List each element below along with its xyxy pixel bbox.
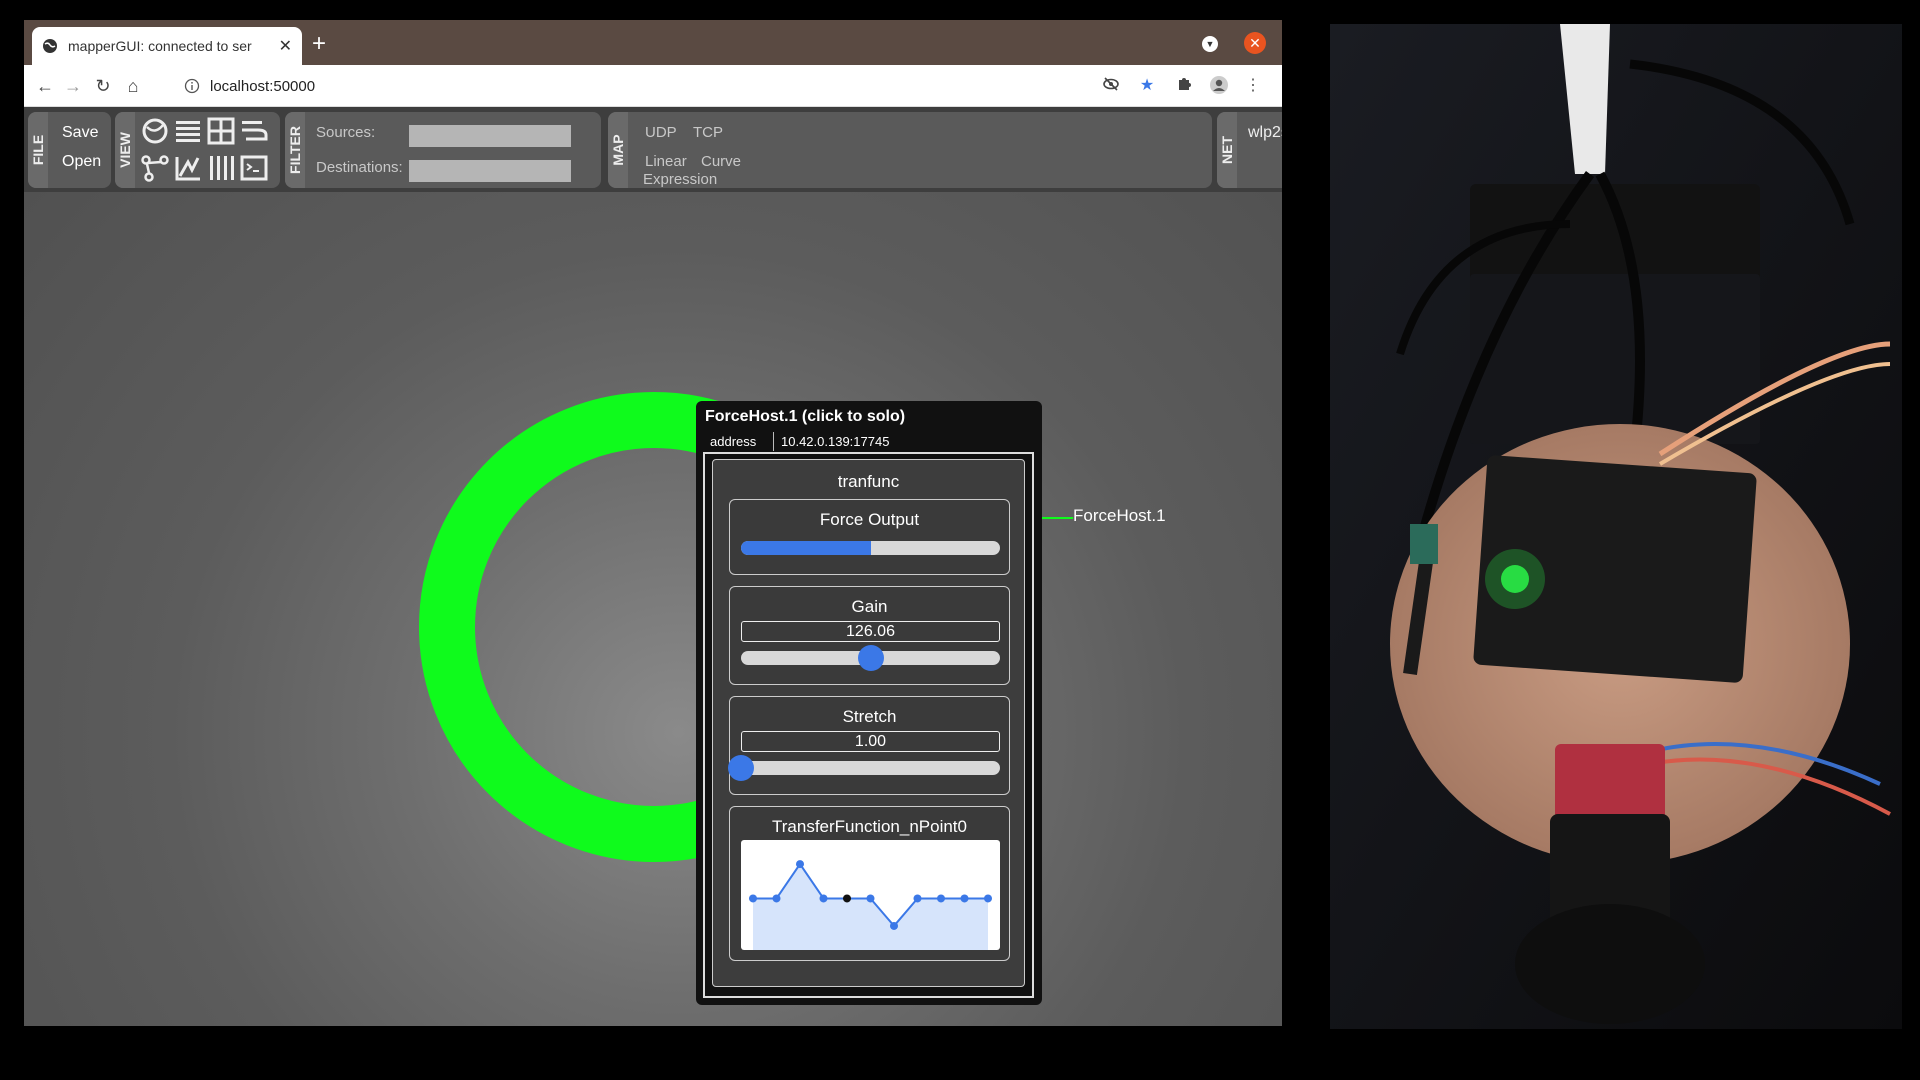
stretch-slider-handle[interactable] <box>728 755 754 781</box>
green-connector <box>1410 524 1438 564</box>
linear-button[interactable]: Linear <box>645 153 687 170</box>
console-view-icon[interactable] <box>240 154 268 182</box>
module-title: tranfunc <box>837 472 900 491</box>
url-field[interactable]: localhost:50000 <box>174 70 1104 102</box>
curve-button[interactable]: Curve <box>701 153 741 170</box>
address-row: address 10.42.0.139:17745 <box>705 432 1035 451</box>
address-bar: ← → ↻ ⌂ localhost:50000 ★ ⋮ <box>24 65 1282 107</box>
list-view-icon[interactable] <box>174 117 202 145</box>
arrow-left-icon[interactable]: ← <box>32 73 58 99</box>
stretch-label: Stretch <box>842 707 897 726</box>
transfer-function-point[interactable] <box>843 894 851 903</box>
info-icon <box>184 78 200 94</box>
net-panel-label: NET <box>1217 112 1237 188</box>
sources-label: Sources: <box>316 124 376 141</box>
toolbar: FILE Save Open VIEW FILTER Sources: Dest… <box>24 108 1282 192</box>
expression-button[interactable]: Expression <box>643 171 717 188</box>
map-panel: MAP UDP TCP Linear Curve Expression <box>608 112 1212 188</box>
force-output-widget: Force Output <box>729 499 1010 575</box>
stretch-value-field[interactable]: 1.00 <box>741 731 1000 752</box>
map-panel-label: MAP <box>608 112 628 188</box>
filter-panel-label: FILTER <box>285 112 305 188</box>
file-panel: FILE Save Open <box>28 112 111 188</box>
destinations-filter-input[interactable] <box>409 160 571 182</box>
camera-view <box>1330 24 1902 1029</box>
gain-value-field[interactable]: 126.06 <box>741 621 1000 642</box>
transfer-function-point[interactable] <box>937 894 945 903</box>
browser-window: mapperGUI: connected to ser ✕ + ▼ ✕ ← → … <box>24 20 1282 1026</box>
transfer-function-area <box>753 864 988 950</box>
grid-view-icon[interactable] <box>207 117 235 145</box>
arrow-right-icon[interactable]: → <box>60 73 86 99</box>
reload-icon[interactable]: ↻ <box>90 73 116 99</box>
force-output-label: Force Output <box>819 510 920 529</box>
gain-slider[interactable] <box>741 645 1000 671</box>
sources-filter-input[interactable] <box>409 125 571 147</box>
device-panel: ForceHost.1 (click to solo) address 10.4… <box>696 401 1042 1005</box>
device-title[interactable]: ForceHost.1 (click to solo) <box>705 408 905 426</box>
globe-icon <box>43 39 57 53</box>
signal-container: tranfunc Force Output Gain 126.06 Stretc… <box>703 452 1034 998</box>
net-interface-button[interactable]: wlp2s0 <box>1248 124 1282 142</box>
device-link-label[interactable]: ForceHost.1 <box>1073 506 1166 526</box>
view-panel-label: VIEW <box>115 112 135 188</box>
destinations-label: Destinations: <box>316 159 403 176</box>
transfer-function-point[interactable] <box>913 894 922 903</box>
tranfunc-module: tranfunc Force Output Gain 126.06 Stretc… <box>712 459 1025 987</box>
transfer-function-point[interactable] <box>866 894 875 903</box>
transfer-function-point[interactable] <box>890 921 898 930</box>
transfer-function-point[interactable] <box>960 894 969 903</box>
eye-off-icon[interactable] <box>1100 75 1122 97</box>
save-button[interactable]: Save <box>62 124 98 142</box>
browser-tab[interactable]: mapperGUI: connected to ser ✕ <box>32 27 302 65</box>
tab-strip: mapperGUI: connected to ser ✕ + ▼ ✕ <box>24 20 1282 65</box>
url-text: localhost:50000 <box>210 77 316 95</box>
puzzle-icon[interactable] <box>1174 75 1196 97</box>
view-panel: VIEW <box>115 112 280 188</box>
gain-label: Gain <box>851 597 888 616</box>
tab-title: mapperGUI: connected to ser <box>68 38 252 54</box>
transfer-function-point[interactable] <box>984 894 992 903</box>
graph-view-icon[interactable] <box>141 154 169 182</box>
gain-widget: Gain 126.06 <box>729 586 1010 685</box>
new-tab-button[interactable]: + <box>312 30 326 58</box>
motor-driver-board <box>1555 744 1665 824</box>
transfer-function-editor[interactable] <box>741 840 1000 950</box>
transfer-function-point[interactable] <box>819 894 828 903</box>
transfer-function-widget: TransferFunction_nPoint0 <box>729 806 1010 961</box>
star-icon[interactable]: ★ <box>1136 75 1158 97</box>
parallel-view-icon[interactable] <box>207 154 235 182</box>
address-value: 10.42.0.139:17745 <box>781 434 890 449</box>
file-panel-label: FILE <box>28 112 48 188</box>
transfer-function-point[interactable] <box>749 894 757 903</box>
force-output-fill <box>741 541 871 555</box>
motor-cap <box>1515 904 1705 1024</box>
balloon-view-icon[interactable] <box>174 154 202 182</box>
hive-view-icon[interactable] <box>240 117 268 145</box>
filter-panel: FILTER Sources: Destinations: <box>285 112 601 188</box>
window-close-button[interactable]: ✕ <box>1244 32 1266 54</box>
mapper-gui: FILE Save Open VIEW FILTER Sources: Dest… <box>24 108 1282 1026</box>
window-dropdown-icon[interactable]: ▼ <box>1202 36 1218 52</box>
net-panel: NET wlp2s0 <box>1217 112 1282 188</box>
profile-icon[interactable] <box>1208 75 1230 97</box>
address-key: address <box>705 432 774 451</box>
tab-close-icon[interactable]: ✕ <box>279 36 292 56</box>
home-icon[interactable]: ⌂ <box>120 73 146 99</box>
stretch-slider[interactable] <box>728 755 1000 781</box>
chord-view-icon[interactable] <box>141 117 169 145</box>
transfer-function-point[interactable] <box>772 894 781 903</box>
transfer-function-point[interactable] <box>796 860 804 869</box>
transfer-function-label: TransferFunction_nPoint0 <box>772 817 967 836</box>
stretch-widget: Stretch 1.00 <box>728 696 1010 795</box>
kebab-menu-icon[interactable]: ⋮ <box>1242 75 1264 97</box>
gain-slider-handle[interactable] <box>857 645 884 671</box>
force-output-meter <box>741 541 1000 555</box>
tcp-button[interactable]: TCP <box>693 124 723 141</box>
udp-button[interactable]: UDP <box>645 124 677 141</box>
open-button[interactable]: Open <box>62 153 101 171</box>
